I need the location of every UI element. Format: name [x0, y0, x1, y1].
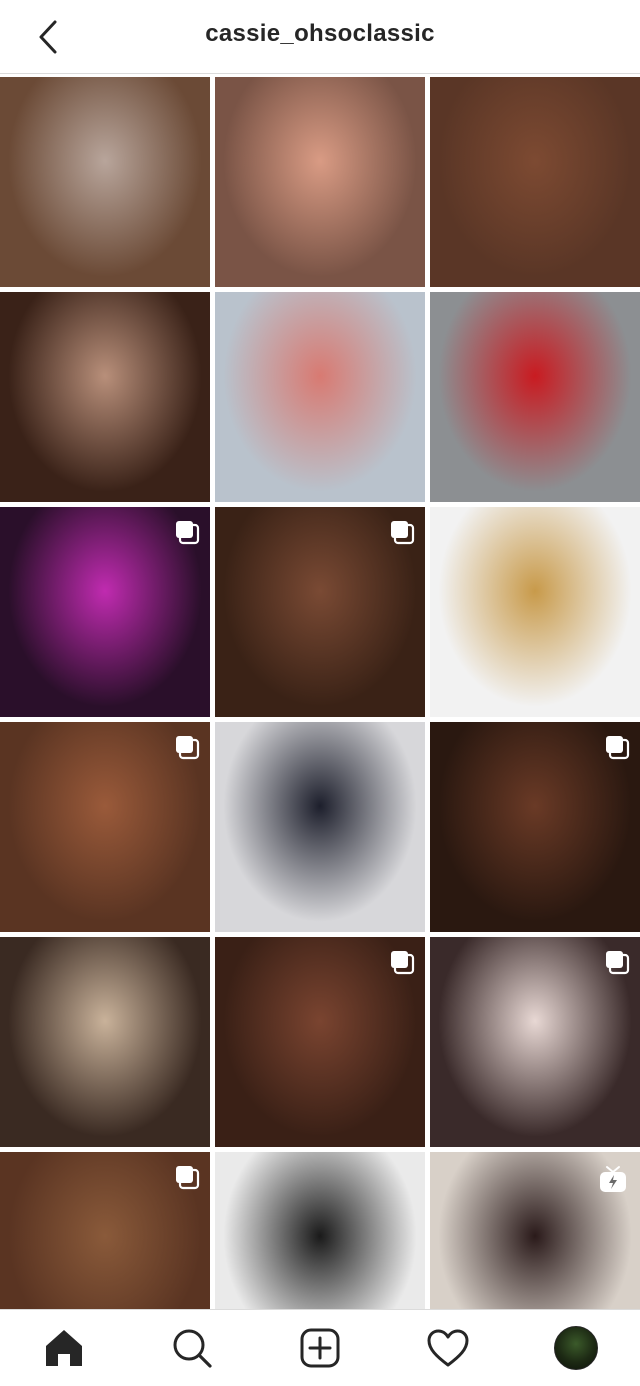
carousel-icon [606, 951, 630, 975]
post-tile[interactable] [215, 292, 425, 502]
post-tile[interactable] [430, 1152, 640, 1309]
avatar [554, 1326, 598, 1370]
post-tile[interactable] [215, 722, 425, 932]
carousel-icon [606, 736, 630, 760]
home-icon [46, 1330, 82, 1366]
post-tile[interactable] [430, 937, 640, 1147]
top-header: cassie_ohsoclassic [0, 0, 640, 74]
nav-search[interactable] [160, 1316, 224, 1380]
post-tile[interactable] [0, 1152, 210, 1309]
post-image [215, 1152, 425, 1309]
post-tile[interactable] [215, 507, 425, 717]
posts-grid [0, 77, 640, 1309]
post-tile[interactable] [215, 1152, 425, 1309]
igtv-icon [600, 1166, 626, 1192]
carousel-icon [176, 1166, 200, 1190]
bottom-nav [0, 1309, 640, 1386]
post-image [430, 507, 640, 717]
search-icon [173, 1329, 212, 1368]
post-tile[interactable] [430, 722, 640, 932]
post-image [0, 937, 210, 1147]
post-image [0, 292, 210, 502]
post-image [215, 292, 425, 502]
carousel-icon [176, 521, 200, 545]
nav-activity[interactable] [416, 1316, 480, 1380]
post-tile[interactable] [215, 937, 425, 1147]
profile-username[interactable]: cassie_ohsoclassic [0, 20, 640, 48]
profile-screen: cassie_ohsoclassic [0, 0, 640, 1386]
post-tile[interactable] [0, 937, 210, 1147]
post-tile[interactable] [0, 722, 210, 932]
post-image [215, 722, 425, 932]
add-post-icon [300, 1328, 340, 1368]
post-tile[interactable] [0, 507, 210, 717]
post-tile[interactable] [430, 77, 640, 287]
post-image [215, 77, 425, 287]
post-image [0, 77, 210, 287]
carousel-icon [391, 521, 415, 545]
heart-icon [427, 1329, 469, 1367]
carousel-icon [176, 736, 200, 760]
post-tile[interactable] [0, 77, 210, 287]
nav-profile[interactable] [544, 1316, 608, 1380]
post-tile[interactable] [430, 507, 640, 717]
post-tile[interactable] [215, 77, 425, 287]
nav-new-post[interactable] [288, 1316, 352, 1380]
post-tile[interactable] [0, 292, 210, 502]
post-image [430, 77, 640, 287]
post-tile[interactable] [430, 292, 640, 502]
carousel-icon [391, 951, 415, 975]
nav-home[interactable] [32, 1316, 96, 1380]
post-image [430, 292, 640, 502]
